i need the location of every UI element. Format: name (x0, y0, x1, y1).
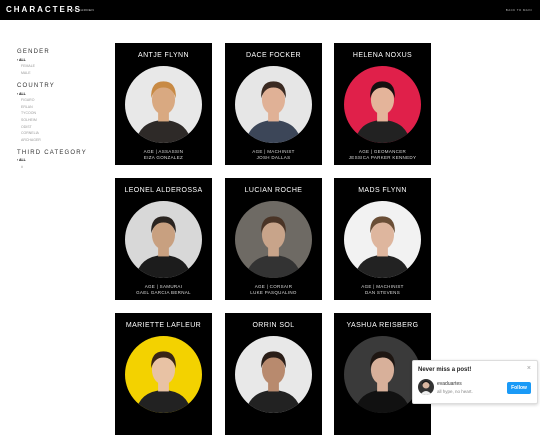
character-meta: AGE | SAMURAI (144, 284, 183, 289)
avatar (418, 379, 434, 395)
popup-username[interactable]: evaduartes (437, 381, 462, 387)
character-card[interactable]: LEONEL ALDEROSSA AGE | SAMURAI GAEL GARCIA… (115, 178, 212, 300)
character-faceclaim: JOSH DALLAS (256, 155, 291, 160)
site-title[interactable]: CHARACTERS (6, 5, 82, 14)
character-portrait (344, 336, 421, 413)
character-card[interactable]: MADS FLYNN AGE | MACHINIST DAN STEVENS (334, 178, 431, 300)
site-subtitle: OF CARDEN (72, 8, 95, 12)
character-meta: AGE | MACHINIST (361, 284, 404, 289)
character-card[interactable]: DACE FOCKER AGE | MACHINIST JOSH DALLAS (225, 43, 322, 165)
filter-option[interactable]: ALL (17, 157, 97, 164)
filter-option[interactable]: MALE (17, 70, 97, 77)
filter-heading: COUNTRY (17, 82, 55, 89)
filter-option[interactable]: ALL (17, 91, 97, 98)
close-icon[interactable]: × (527, 365, 531, 372)
character-portrait (344, 201, 421, 278)
filter-option[interactable]: # (17, 164, 97, 171)
character-portrait (235, 336, 312, 413)
character-portrait (125, 66, 202, 143)
follow-button[interactable]: Follow (507, 382, 531, 394)
character-meta: AGE | MACHINIST (252, 149, 295, 154)
character-faceclaim: LUKE PASQUALINO (250, 290, 297, 295)
character-faceclaim: JESSICA PARKER KENNEDY (348, 155, 417, 160)
character-portrait (344, 66, 421, 143)
filter-option[interactable]: ALL (17, 57, 97, 64)
character-name: LEONEL ALDEROSSA (124, 187, 203, 194)
character-faceclaim: EIZA GONZALEZ (143, 155, 184, 160)
filter-option[interactable]: CORNELIA (17, 130, 97, 137)
character-name: DACE FOCKER (246, 52, 301, 59)
filter-option[interactable]: SOLHEIM (17, 117, 97, 124)
character-name: LUCIAN ROCHE (244, 187, 303, 194)
filter-heading: THIRD CATEGORY (17, 149, 87, 156)
character-name: ANTJE FLYNN (138, 52, 189, 59)
character-name: MARIETTE LAFLEUR (125, 322, 202, 329)
filter-heading: GENDER (17, 49, 50, 55)
character-card[interactable]: MARIETTE LAFLEUR (115, 313, 212, 435)
filter-sidebar: GENDERALLFEMALEMALECOUNTRYALLFIGAROERLAN… (17, 49, 97, 171)
character-name: MADS FLYNN (358, 187, 407, 194)
filter-option[interactable]: ERLAN (17, 104, 97, 111)
character-meta: AGE | ASSASSIN (143, 149, 184, 154)
character-portrait (125, 201, 202, 278)
character-name: YASHUA REISBERG (346, 322, 419, 329)
back-to-main-link[interactable]: BACK TO MAIN (506, 8, 532, 12)
character-portrait (235, 201, 312, 278)
character-name: ORRIN SOL (252, 322, 295, 329)
follow-popup: Never miss a post! × evaduartes all hype… (412, 360, 538, 404)
character-card[interactable]: ANTJE FLYNN AGE | ASSASSIN EIZA GONZALEZ (115, 43, 212, 165)
character-name: HELENA NOXUS (352, 52, 413, 59)
character-card[interactable]: LUCIAN ROCHE AGE | CORSAIR LUKE PASQUALINO (225, 178, 322, 300)
popup-tagline: all hype, no heart. (437, 389, 473, 394)
filter-option[interactable]: FIGARO (17, 97, 97, 104)
character-portrait (235, 66, 312, 143)
filter-option[interactable]: ODIST (17, 124, 97, 131)
character-card[interactable]: ORRIN SOL (225, 313, 322, 435)
character-faceclaim: GAEL GARCIA BERNAL (136, 290, 191, 295)
filter-option[interactable]: TYCOON (17, 110, 97, 117)
character-meta: AGE | GEOMANCER (358, 149, 407, 154)
filter-option[interactable]: FEMALE (17, 63, 97, 70)
top-bar: CHARACTERS OF CARDEN BACK TO MAIN (0, 0, 540, 20)
character-meta: AGE | CORSAIR (254, 284, 293, 289)
popup-title: Never miss a post! (418, 367, 472, 373)
character-faceclaim: DAN STEVENS (364, 290, 401, 295)
filter-option[interactable]: ARCHAGER (17, 137, 97, 144)
character-card[interactable]: HELENA NOXUS AGE | GEOMANCER JESSICA PARKE… (334, 43, 431, 165)
character-portrait (125, 336, 202, 413)
